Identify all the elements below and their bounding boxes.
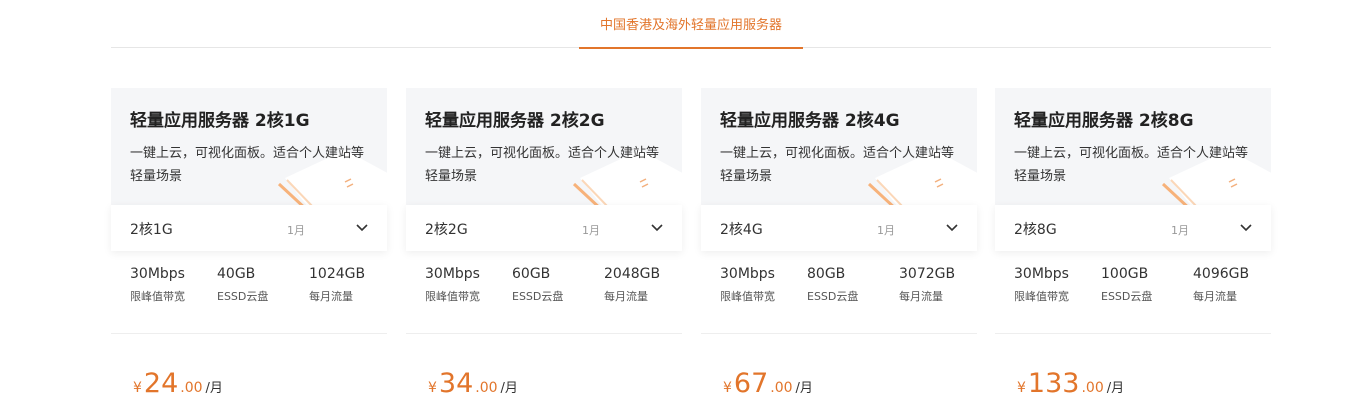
product-tab-bar: 中国香港及海外轻量应用服务器	[111, 0, 1271, 49]
spec-label: 每月流量	[604, 290, 648, 303]
product-card-2c4g: 轻量应用服务器 2核4G 一键上云，可视化面板。适合个人建站等轻量场景 2核4G…	[701, 88, 977, 400]
price: ¥24.00/月	[133, 368, 223, 400]
spec-label: 限峰值带宽	[425, 290, 480, 303]
period-label: 1月	[877, 224, 895, 237]
chevron-down-icon	[1240, 224, 1252, 232]
active-tab-indicator	[579, 47, 803, 49]
product-card-2c8g: 轻量应用服务器 2核8G 一键上云，可视化面板。适合个人建站等轻量场景 2核8G…	[995, 88, 1271, 400]
spec-label: ESSD云盘	[217, 290, 269, 303]
price-unit: /月	[795, 381, 813, 396]
price-decimal: .00	[180, 380, 203, 396]
price-integer: 24	[143, 368, 179, 399]
price-integer: 34	[438, 368, 474, 399]
spec-bandwidth: 30Mbps 限峰值带宽	[1014, 266, 1069, 304]
spec-value: 3072GB	[899, 266, 956, 282]
spec-label: 每月流量	[899, 290, 943, 303]
config-select-value: 2核1G	[130, 222, 173, 238]
divider	[701, 333, 977, 334]
spec-bandwidth: 30Mbps 限峰值带宽	[130, 266, 185, 304]
spec-list: 30Mbps 限峰值带宽 100GB ESSD云盘 4096GB 每月流量	[1014, 266, 1264, 314]
spec-disk: 80GB ESSD云盘	[807, 266, 858, 304]
price-unit: /月	[500, 381, 518, 396]
spec-traffic: 1024GB 每月流量	[309, 266, 365, 304]
spec-disk: 40GB ESSD云盘	[217, 266, 268, 304]
product-card-2c2g: 轻量应用服务器 2核2G 一键上云，可视化面板。适合个人建站等轻量场景 2核2G…	[406, 88, 682, 400]
config-select[interactable]: 2核1G 1月	[111, 205, 387, 251]
spec-label: ESSD云盘	[1101, 290, 1153, 303]
spec-list: 30Mbps 限峰值带宽 60GB ESSD云盘 2048GB 每月流量	[425, 266, 675, 314]
tab-hk-overseas-lightweight-server[interactable]: 中国香港及海外轻量应用服务器	[579, 0, 803, 49]
price-integer: 133	[1027, 368, 1080, 399]
spec-disk: 60GB ESSD云盘	[512, 266, 563, 304]
config-select-value: 2核4G	[720, 222, 763, 238]
spec-value: 30Mbps	[720, 266, 775, 282]
config-select[interactable]: 2核2G 1月	[406, 205, 682, 251]
spec-traffic: 2048GB 每月流量	[604, 266, 660, 304]
spec-traffic: 4096GB 每月流量	[1193, 266, 1249, 304]
price-decimal: .00	[1081, 380, 1104, 396]
spec-value: 30Mbps	[425, 266, 480, 282]
period-label: 1月	[582, 224, 600, 237]
price-currency: ¥	[1017, 380, 1026, 396]
config-select[interactable]: 2核8G 1月	[995, 205, 1271, 251]
spec-value: 80GB	[807, 266, 846, 282]
tab-label: 中国香港及海外轻量应用服务器	[599, 18, 782, 33]
spec-list: 30Mbps 限峰值带宽 40GB ESSD云盘 1024GB 每月流量	[130, 266, 380, 314]
card-title: 轻量应用服务器 2核1G	[130, 111, 310, 131]
spec-value: 30Mbps	[130, 266, 185, 282]
price-currency: ¥	[428, 380, 437, 396]
spec-label: 限峰值带宽	[130, 290, 185, 303]
spec-label: 每月流量	[1193, 290, 1237, 303]
spec-value: 4096GB	[1193, 266, 1250, 282]
divider	[995, 333, 1271, 334]
spec-value: 30Mbps	[1014, 266, 1069, 282]
price-decimal: .00	[770, 380, 793, 396]
spec-bandwidth: 30Mbps 限峰值带宽	[720, 266, 775, 304]
spec-value: 2048GB	[604, 266, 661, 282]
price: ¥133.00/月	[1017, 368, 1124, 400]
price-decimal: .00	[475, 380, 498, 396]
chevron-down-icon	[356, 224, 368, 232]
spec-label: 每月流量	[309, 290, 353, 303]
card-description: 一键上云，可视化面板。适合个人建站等轻量场景	[1014, 146, 1249, 184]
card-title: 轻量应用服务器 2核4G	[720, 111, 900, 131]
period-label: 1月	[287, 224, 305, 237]
spec-label: 限峰值带宽	[1014, 290, 1069, 303]
spec-bandwidth: 30Mbps 限峰值带宽	[425, 266, 480, 304]
price-unit: /月	[1106, 381, 1125, 396]
price-currency: ¥	[723, 380, 732, 396]
price-unit: /月	[205, 381, 223, 396]
spec-value: 40GB	[217, 266, 256, 282]
config-select-value: 2核8G	[1014, 222, 1057, 238]
price: ¥34.00/月	[428, 368, 518, 400]
card-title: 轻量应用服务器 2核2G	[425, 111, 605, 131]
spec-label: ESSD云盘	[807, 290, 859, 303]
config-select[interactable]: 2核4G 1月	[701, 205, 977, 251]
price-integer: 67	[733, 368, 769, 399]
spec-value: 100GB	[1101, 266, 1149, 282]
spec-list: 30Mbps 限峰值带宽 80GB ESSD云盘 3072GB 每月流量	[720, 266, 970, 314]
spec-disk: 100GB ESSD云盘	[1101, 266, 1152, 304]
period-label: 1月	[1171, 224, 1189, 237]
card-description: 一键上云，可视化面板。适合个人建站等轻量场景	[425, 146, 660, 184]
product-card-2c1g: 轻量应用服务器 2核1G 一键上云，可视化面板。适合个人建站等轻量场景 2核1G…	[111, 88, 387, 400]
divider	[111, 333, 387, 334]
spec-value: 1024GB	[309, 266, 366, 282]
price: ¥67.00/月	[723, 368, 813, 400]
divider	[406, 333, 682, 334]
config-select-value: 2核2G	[425, 222, 468, 238]
spec-traffic: 3072GB 每月流量	[899, 266, 955, 304]
price-currency: ¥	[133, 380, 142, 396]
chevron-down-icon	[651, 224, 663, 232]
card-description: 一键上云，可视化面板。适合个人建站等轻量场景	[720, 146, 955, 184]
spec-label: ESSD云盘	[512, 290, 564, 303]
chevron-down-icon	[946, 224, 958, 232]
spec-label: 限峰值带宽	[720, 290, 775, 303]
card-description: 一键上云，可视化面板。适合个人建站等轻量场景	[130, 146, 365, 184]
spec-value: 60GB	[512, 266, 551, 282]
card-title: 轻量应用服务器 2核8G	[1014, 111, 1194, 131]
